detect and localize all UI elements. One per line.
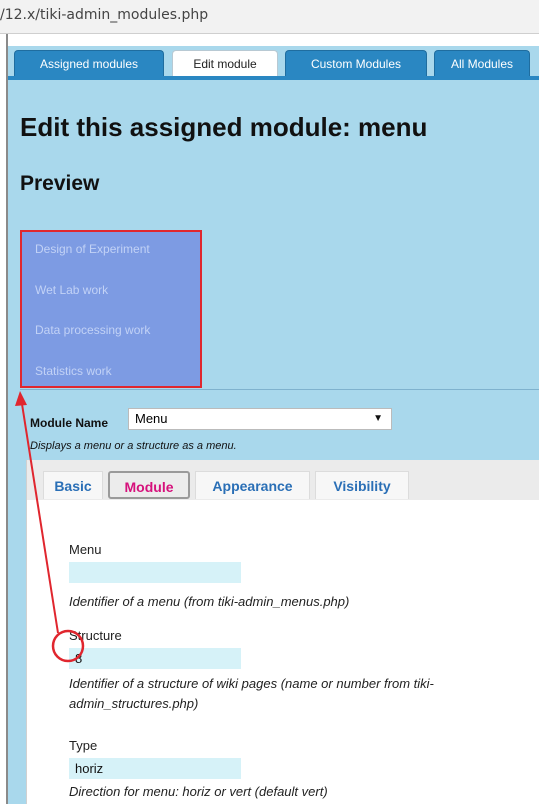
subtab-appearance[interactable]: Appearance [195,471,310,499]
type-input[interactable]: horiz [69,758,241,779]
admin-page: Assigned modules Edit module Custom Modu… [8,46,539,804]
tab-edit-module[interactable]: Edit module [172,50,278,76]
tab-assigned-modules[interactable]: Assigned modules [14,50,164,76]
tab-custom-modules[interactable]: Custom Modules [285,50,427,76]
structure-field-help: Identifier of a structure of wiki pages … [69,676,434,711]
subtab-module[interactable]: Module [108,471,190,499]
section-divider [20,389,539,390]
page-title: Edit this assigned module: menu [20,112,428,142]
tab-underline [8,76,539,80]
url-text[interactable]: /12.x/tiki-admin_modules.php [0,7,208,23]
menu-field-label: Menu [69,542,102,557]
structure-input[interactable]: 8 [69,648,241,669]
browser-address-bar[interactable]: /12.x/tiki-admin_modules.php [0,0,539,34]
preview-menu-item[interactable]: Design of Experiment [35,242,150,256]
module-name-value: Menu [135,411,168,426]
dropdown-arrow-icon: ▼ [373,413,383,424]
module-settings-panel: Basic Module Appearance Visibility Menu … [26,460,539,804]
module-name-select[interactable]: Menu ▼ [128,408,392,430]
preview-heading: Preview [20,172,100,195]
settings-subtabs: Basic Module Appearance Visibility [27,460,539,500]
module-name-label: Module Name [30,416,109,430]
module-name-description: Displays a menu or a structure as a menu… [30,440,237,452]
menu-field-help: Identifier of a menu (from tiki-admin_me… [69,594,350,609]
preview-menu-item[interactable]: Data processing work [35,323,150,337]
menu-input[interactable] [69,562,241,583]
structure-field-label: Structure [69,628,122,643]
type-field-label: Type [69,738,98,753]
preview-menu-item[interactable]: Statistics work [35,364,112,378]
tab-all-modules[interactable]: All Modules [434,50,530,76]
subtab-basic[interactable]: Basic [43,471,103,499]
subtab-visibility[interactable]: Visibility [315,471,409,499]
preview-menu-box: Design of Experiment Wet Lab work Data p… [20,230,202,388]
page-frame: Assigned modules Edit module Custom Modu… [6,34,539,804]
preview-menu-item[interactable]: Wet Lab work [35,283,108,297]
type-field-help: Direction for menu: horiz or vert (defau… [69,784,328,799]
